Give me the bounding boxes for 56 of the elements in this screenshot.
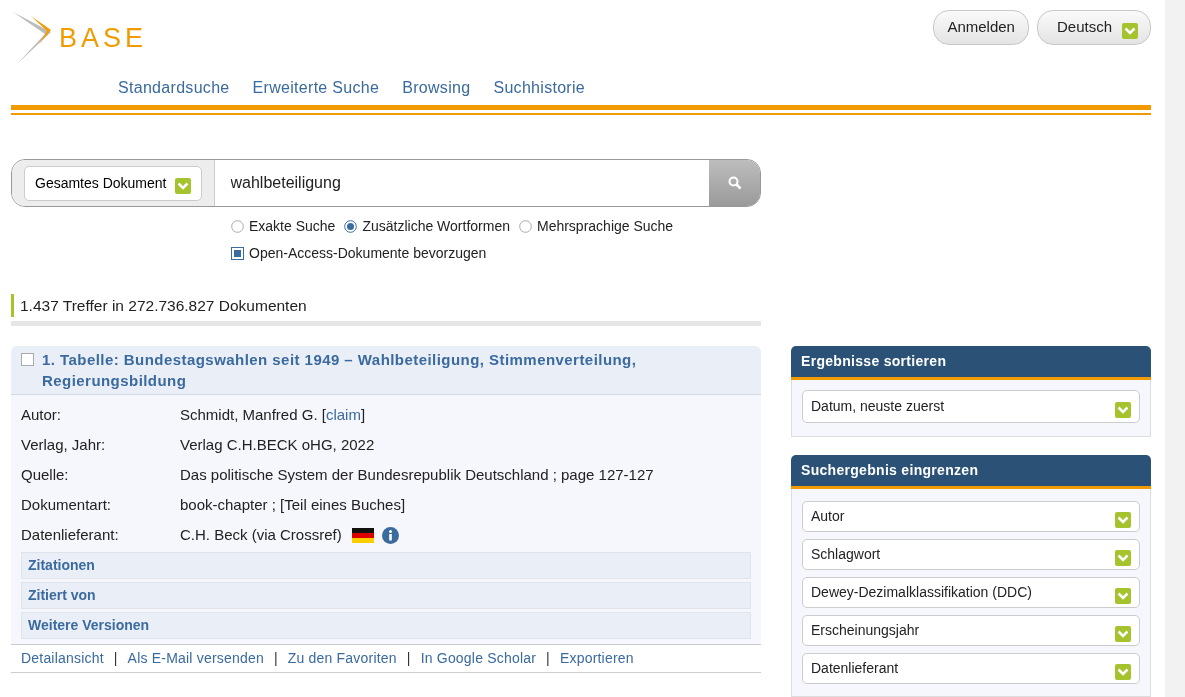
search-icon [727,176,742,190]
login-button[interactable]: Anmelden [933,10,1029,45]
field-label: Dokumentart: [21,495,113,515]
action-link[interactable]: Als E-Mail versenden [127,648,264,670]
separator: | [546,649,550,669]
action-link[interactable]: Exportieren [559,648,634,670]
nav-link[interactable]: Erweiterte Suche [252,76,380,100]
panel-header: Ergebnisse sortieren [791,346,1151,381]
facet-dropdown[interactable]: Schlagwort [802,539,1140,571]
facet-dropdown[interactable]: Erscheinungsjahr [802,615,1140,647]
checkbox[interactable] [231,247,244,260]
collapsible-section[interactable]: Zitiert von [21,582,751,610]
logo-text: BASE [59,21,148,55]
field-value: C.H. Beck (via Crossref) [180,525,342,545]
field-value: Das politische System der Bundesrepublik Deutschland ; page 127-127 [180,465,654,485]
action-link[interactable]: Detailansicht [21,648,104,670]
radio-label: Mehrsprachige Suche [536,217,674,236]
claim-link[interactable]: claim [325,406,361,423]
facet-dropdown[interactable]: Dewey-Dezimalklassifikation (DDC) [802,577,1140,609]
separator: | [273,649,278,669]
nav-link[interactable]: Browsing [402,76,471,100]
field-value: book-chapter ; [Teil eines Buches] [180,495,406,515]
nav-link[interactable]: Standardsuche [118,76,230,100]
result-title-link[interactable]: 1. Tabelle: Bundestagswahlen seit 1949 – Wahlbeteiligung, Stimmenverteilung, Regierungsbildung [42,349,751,392]
collapsible-section[interactable]: Zitationen [21,552,751,580]
field-label: Datenlieferant: [21,525,120,545]
facet-dropdown[interactable]: Autor [802,501,1140,533]
search-bar[interactable]: Gesamtes Dokument wahlbeteiligung [11,159,761,207]
search-field[interactable]: wahlbeteiligung [214,160,709,206]
separator: | [406,649,411,669]
radio-button[interactable] [518,220,532,233]
language-dropdown[interactable]: Deutsch [1036,10,1151,45]
action-link[interactable]: Zu den Favoriten [287,648,397,670]
nav-link[interactable]: Suchhistorie [493,76,586,100]
info-icon[interactable] [381,526,399,544]
radio-label: Zusätzliche Wortformen [362,217,510,236]
field-value: Schmidt, Manfred G. [claim] [180,405,366,425]
field-label: Verlag, Jahr: [21,435,107,455]
field-label: Autor: [21,405,63,425]
action-link[interactable]: In Google Scholar [420,648,537,670]
radio-button[interactable] [231,220,244,233]
checkbox-label: Open-Access-Dokumente bevorzugen [249,244,487,263]
separator: | [113,649,118,669]
chevron-down-icon [174,175,191,191]
scope-dropdown[interactable]: Gesamtes Dokument [24,165,202,201]
sort-dropdown[interactable]: Datum, neuste zuerst [802,390,1140,424]
radio-label: Exakte Suche [249,217,336,236]
radio-button[interactable] [344,220,358,233]
panel-header: Suchergebnis eingrenzen [791,455,1151,490]
facet-dropdown[interactable]: Datenlieferant [802,653,1140,685]
collapsible-section[interactable]: Weitere Versionen [21,612,751,640]
result-checkbox[interactable] [21,353,34,367]
field-value: Verlag C.H.BECK oHG, 2022 [180,435,375,455]
field-label: Quelle: [21,465,70,485]
search-button[interactable] [709,160,760,206]
result-count: 1.437 Treffer in 272.736.827 Dokumenten [11,294,761,318]
